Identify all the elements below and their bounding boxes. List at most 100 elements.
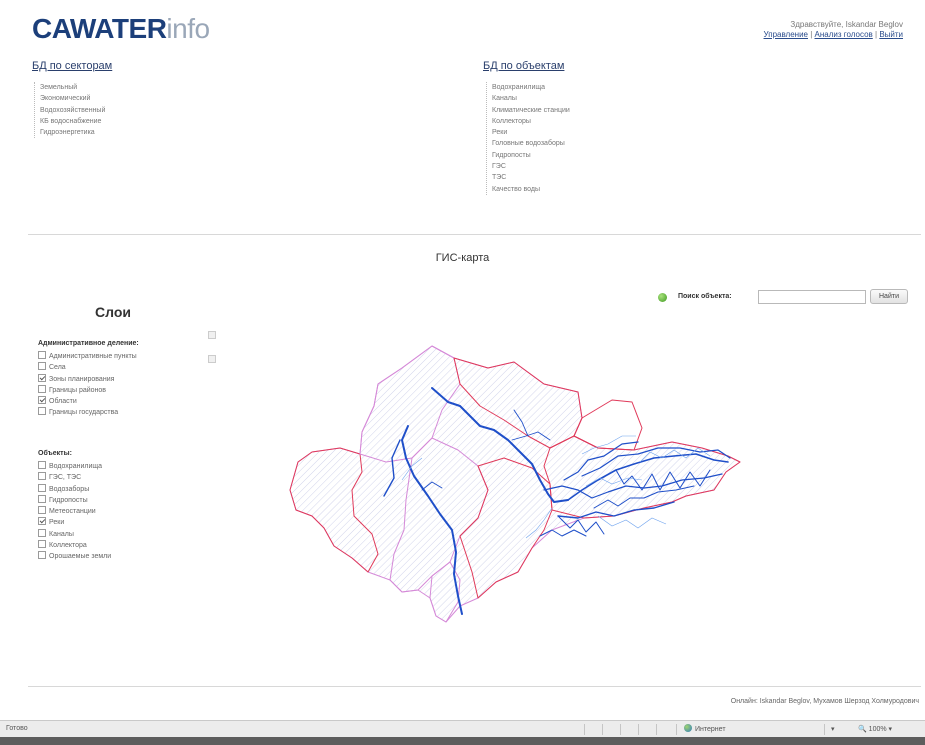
layer-label: ГЭС, ТЭС	[49, 474, 82, 482]
logout-link[interactable]: Выйти	[879, 30, 903, 39]
user-links: Управление | Анализ голосов | Выйти	[763, 30, 903, 39]
statusbar-separator	[676, 724, 677, 735]
layer-checkbox[interactable]	[38, 407, 46, 416]
sectors-item[interactable]: КБ водоснабжение	[40, 116, 105, 127]
objects-item[interactable]: ТЭС	[492, 172, 570, 183]
zoom-level: 100%	[868, 726, 887, 733]
zone-label: Интернет	[695, 726, 726, 733]
region-shape	[289, 345, 741, 623]
objects-layers-title: Объекты:	[38, 450, 72, 457]
layer-item[interactable]: Области	[38, 396, 137, 407]
layer-item[interactable]: Водохранилища	[38, 461, 111, 472]
status-indicator-icon	[658, 293, 667, 302]
collapse-toggle[interactable]	[208, 331, 216, 339]
layer-label: Границы районов	[49, 386, 107, 394]
layer-item[interactable]: Границы государства	[38, 407, 137, 418]
layer-label: Села	[49, 364, 66, 372]
layer-label: Водохранилища	[49, 463, 103, 470]
layer-item[interactable]: Административные пункты	[38, 351, 137, 362]
sectors-db-title[interactable]: БД по секторам	[32, 60, 112, 72]
layer-label: Реки	[49, 519, 65, 527]
layer-item[interactable]: Села	[38, 362, 137, 373]
online-users: Онлайн: Iskandar Beglov, Мухамов Шерзод …	[730, 698, 919, 705]
gis-map[interactable]	[282, 340, 746, 628]
layer-checkbox[interactable]	[38, 540, 46, 549]
logo-brand: CAWATER	[32, 13, 167, 44]
layer-checkbox[interactable]	[38, 362, 46, 371]
layer-item[interactable]: ГЭС, ТЭС	[38, 472, 111, 483]
statusbar-separator	[638, 724, 639, 735]
protected-mode-icon[interactable]: ▾	[831, 725, 835, 733]
layer-item[interactable]: Реки	[38, 517, 111, 528]
user-greeting: Здравствуйте, Iskandar Beglov	[790, 20, 903, 29]
sectors-menu: Земельный Экономический Водохозяйственный К…	[34, 82, 105, 139]
security-zone[interactable]: Интернет	[684, 724, 726, 733]
layer-checkbox[interactable]	[38, 472, 46, 481]
layer-checkbox[interactable]	[38, 384, 46, 393]
layers-title: Слои	[95, 304, 131, 320]
layer-label: Границы государства	[49, 409, 119, 417]
user-box: Здравствуйте, Iskandar Beglov Управление…	[764, 20, 903, 40]
objects-item[interactable]: Качество воды	[492, 184, 570, 195]
manage-link[interactable]: Управление	[764, 30, 808, 39]
password-link[interactable]: Анализ голосов	[815, 30, 873, 39]
layer-item[interactable]: Каналы	[38, 528, 111, 540]
search-button[interactable]: Найти	[870, 289, 908, 304]
layer-checkbox[interactable]	[38, 528, 46, 537]
layer-checkbox[interactable]	[38, 494, 46, 503]
objects-item[interactable]: ГЭС	[492, 161, 570, 172]
sectors-item[interactable]: Земельный	[40, 82, 105, 93]
statusbar-separator	[824, 724, 825, 735]
layer-checkbox[interactable]	[38, 461, 46, 469]
statusbar-separator	[620, 724, 621, 735]
layer-label: Водозаборы	[49, 485, 90, 493]
sectors-item[interactable]: Экономический	[40, 93, 105, 104]
sectors-item[interactable]: Водохозяйственный	[40, 105, 105, 116]
objects-item[interactable]: Климатические станции	[492, 105, 570, 116]
layer-item[interactable]: Границы районов	[38, 384, 137, 396]
objects-item[interactable]: Реки	[492, 127, 570, 138]
status-text: Готово	[6, 725, 28, 732]
layer-item[interactable]: Метеостанции	[38, 506, 111, 517]
expand-toggle[interactable]	[208, 355, 216, 363]
layer-checkbox[interactable]	[38, 396, 46, 405]
objects-item[interactable]: Коллекторы	[492, 116, 570, 127]
layer-label: Орошаемые земли	[49, 553, 112, 561]
layer-item[interactable]: Коллектора	[38, 540, 111, 551]
logo-suffix: info	[166, 13, 210, 44]
layer-checkbox[interactable]	[38, 506, 46, 515]
layer-label: Зоны планирования	[49, 375, 115, 383]
layer-checkbox[interactable]	[38, 551, 46, 560]
layer-item[interactable]: Зоны планирования	[38, 373, 137, 385]
objects-item[interactable]: Водохранилища	[492, 82, 570, 93]
admin-layers-list: Административные пункты Села Зоны планиров…	[38, 351, 137, 419]
layer-item[interactable]: Орошаемые земли	[38, 551, 111, 562]
globe-icon	[684, 724, 692, 732]
objects-item[interactable]: Головные водозаборы	[492, 138, 570, 149]
footer-divider	[28, 686, 921, 687]
statusbar-separator	[656, 724, 657, 735]
layer-label: Каналы	[49, 530, 74, 538]
objects-item[interactable]: Гидропосты	[492, 150, 570, 161]
map-title: ГИС-карта	[435, 252, 490, 264]
sectors-item[interactable]: Гидроэнергетика	[40, 127, 105, 138]
search-label: Поиск объекта:	[678, 293, 732, 300]
cawater-logo[interactable]: CAWATERinfo	[32, 14, 210, 44]
statusbar-separator	[584, 724, 585, 735]
layer-item[interactable]: Водозаборы	[38, 483, 111, 495]
objects-db-title[interactable]: БД по объектам	[483, 60, 564, 72]
zoom-control[interactable]: 🔍 100% ▾	[858, 725, 892, 733]
search-input[interactable]	[758, 290, 866, 304]
objects-layers-list: Водохранилища ГЭС, ТЭС Водозаборы Гидропост…	[38, 461, 111, 563]
layer-checkbox[interactable]	[38, 483, 46, 492]
layer-label: Административные пункты	[49, 353, 137, 360]
layer-checkbox[interactable]	[38, 351, 46, 359]
objects-item[interactable]: Каналы	[492, 93, 570, 104]
layer-checkbox[interactable]	[38, 517, 46, 526]
layer-checkbox[interactable]	[38, 373, 46, 382]
layer-label: Коллектора	[49, 542, 87, 550]
layer-label: Гидропосты	[49, 496, 88, 504]
admin-division-title: Административное деление:	[38, 340, 139, 347]
objects-menu: Водохранилища Каналы Климатические станции…	[486, 82, 570, 195]
layer-item[interactable]: Гидропосты	[38, 494, 111, 506]
